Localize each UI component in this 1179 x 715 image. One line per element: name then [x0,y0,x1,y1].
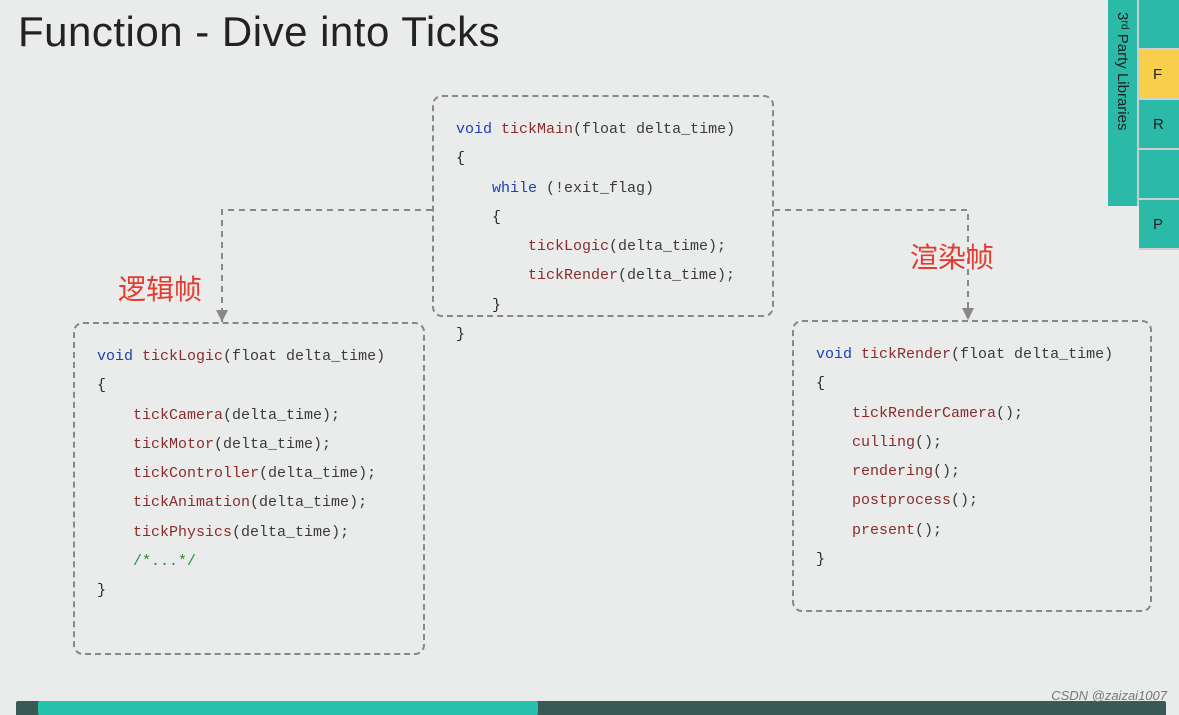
code-box-tickrender: void tickRender(float delta_time) { tick… [792,320,1152,612]
code-box-ticklogic: void tickLogic(float delta_time) { tickC… [73,322,425,655]
label-render-frame: 渲染帧 [910,236,994,276]
watermark: CSDN @zaizai1007 [1051,688,1167,703]
sidebar: 3ʳᵈ Party Libraries F R P [1108,0,1179,250]
progress-bar-fill [38,701,538,715]
code-tickmain: void tickMain(float delta_time) { while … [456,115,750,349]
sidebar-vertical-label: 3ʳᵈ Party Libraries [1108,0,1139,206]
label-logic-frame: 逻辑帧 [118,268,202,308]
code-ticklogic: void tickLogic(float delta_time) { tickC… [97,342,401,605]
sidebar-item-4[interactable]: P [1139,200,1179,250]
sidebar-item-3[interactable] [1139,150,1179,200]
slide-title: Function - Dive into Ticks [18,8,500,56]
sidebar-item-0[interactable] [1139,0,1179,50]
sidebar-item-2[interactable]: R [1139,100,1179,150]
code-tickrender: void tickRender(float delta_time) { tick… [816,340,1128,574]
sidebar-item-1[interactable]: F [1139,50,1179,100]
progress-bar-track [16,701,1166,715]
sidebar-items: F R P [1139,0,1179,250]
code-box-tickmain: void tickMain(float delta_time) { while … [432,95,774,317]
